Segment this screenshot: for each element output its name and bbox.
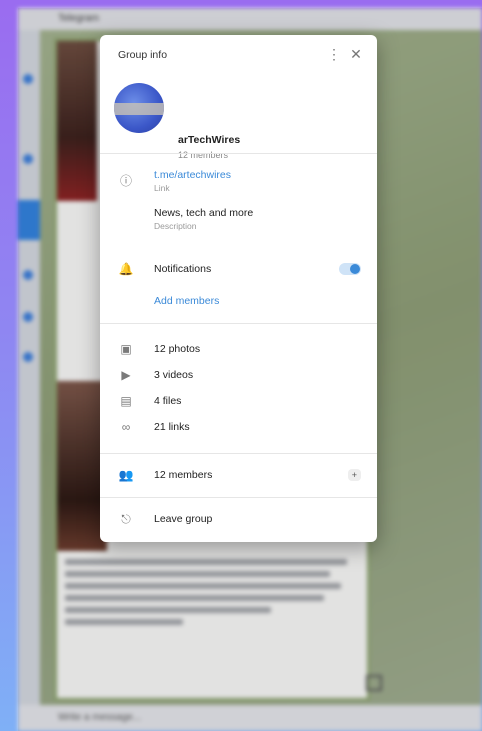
add-member-button[interactable]: + (347, 469, 361, 481)
group-description-caption: Description (154, 221, 197, 231)
count-label: 12 photos (154, 343, 201, 355)
photo-icon: ▣ (120, 342, 132, 356)
count-label: 3 videos (154, 369, 194, 381)
description-row: News, tech and more Description (100, 207, 377, 231)
file-icon: ▤ (120, 394, 132, 408)
dialog-header: Group info ⋮ ✕ (100, 35, 377, 75)
group-info-dialog: Group info ⋮ ✕ arTechWires 12 members ⓘ … (100, 35, 377, 542)
media-count-videos[interactable]: ▶ 3 videos (100, 365, 377, 389)
media-count-photos[interactable]: ▣ 12 photos (100, 339, 377, 363)
profile-status: 12 members (178, 150, 229, 160)
profile-name: arTechWires (178, 134, 241, 146)
members-row[interactable]: 👥 12 members + (100, 465, 377, 489)
group-link-caption: Link (154, 183, 170, 193)
leave-group-label: Leave group (154, 513, 213, 525)
group-link-row[interactable]: ⓘ t.me/artechwires Link (100, 169, 377, 193)
media-count-links[interactable]: ∞ 21 links (100, 417, 377, 441)
avatar[interactable] (114, 83, 164, 133)
notifications-toggle[interactable] (339, 263, 361, 275)
members-icon: 👥 (118, 468, 134, 482)
count-label: 4 files (154, 395, 182, 407)
group-link[interactable]: t.me/artechwires (154, 169, 231, 181)
add-members-row[interactable]: Add members (100, 293, 377, 317)
divider (100, 153, 377, 154)
divider (100, 323, 377, 324)
divider (100, 497, 377, 498)
link-icon: ∞ (121, 420, 131, 434)
info-icon: ⓘ (119, 174, 132, 188)
leave-icon: ⎋ (121, 512, 131, 526)
dialog-title: Group info (118, 49, 168, 61)
media-count-files[interactable]: ▤ 4 files (100, 391, 377, 415)
video-icon: ▶ (121, 368, 131, 382)
members-label: 12 members (154, 469, 213, 481)
count-label: 21 links (154, 421, 190, 433)
leave-group-row[interactable]: ⎋ Leave group (100, 509, 377, 533)
more-vertical-icon[interactable]: ⋮ (325, 45, 343, 63)
close-icon[interactable]: ✕ (347, 45, 365, 63)
group-description: News, tech and more (154, 207, 254, 219)
toggle-knob (350, 264, 360, 274)
notifications-label: Notifications (154, 263, 212, 275)
notifications-row[interactable]: 🔔 Notifications (100, 259, 377, 283)
divider (100, 453, 377, 454)
bell-icon: 🔔 (118, 262, 134, 276)
add-members-link[interactable]: Add members (154, 295, 219, 307)
